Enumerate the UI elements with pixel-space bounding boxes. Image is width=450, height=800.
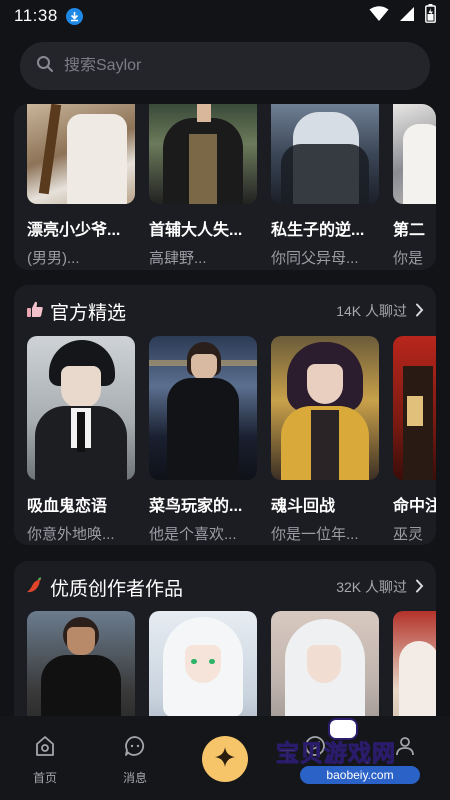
character-portrait bbox=[271, 336, 379, 480]
discover-icon bbox=[303, 734, 327, 763]
nav-profile[interactable]: 我的 bbox=[360, 716, 450, 800]
nav-create[interactable] bbox=[180, 716, 270, 800]
section-title: 优质创作者作品 bbox=[50, 578, 184, 600]
nav-label: 消息 bbox=[122, 771, 147, 785]
character-card[interactable]: 漂亮小少爷... (男男)... bbox=[27, 104, 135, 268]
message-icon bbox=[123, 734, 147, 763]
section-official-picks: 官方精选 14K 人聊过 吸血鬼恋语 你意外地唤... 菜鸟玩家的... 他是个… bbox=[14, 285, 436, 545]
character-portrait bbox=[27, 336, 135, 480]
character-portrait bbox=[271, 611, 379, 716]
nav-label: 我的 bbox=[392, 771, 417, 785]
character-card[interactable]: 魂斗回战 你是一位年... bbox=[271, 336, 379, 544]
search-bar[interactable] bbox=[20, 42, 430, 90]
character-portrait bbox=[27, 611, 135, 716]
character-row: 漂亮小少爷... (男男)... 首辅大人失... 高肆野... 私生子的逆..… bbox=[27, 104, 436, 268]
character-name: 第二 bbox=[393, 222, 426, 239]
create-button[interactable] bbox=[202, 736, 248, 782]
search-icon bbox=[36, 55, 54, 78]
character-card[interactable] bbox=[27, 611, 135, 716]
thumbs-up-icon bbox=[26, 300, 44, 323]
status-time: 11:38 bbox=[14, 6, 58, 25]
character-portrait bbox=[27, 104, 135, 204]
character-name: 魂斗回战 bbox=[271, 498, 336, 515]
character-row bbox=[27, 611, 436, 716]
character-portrait bbox=[271, 104, 379, 204]
character-desc: 你同父异母... bbox=[271, 250, 359, 267]
download-icon bbox=[65, 7, 83, 25]
chevron-right-icon bbox=[415, 303, 424, 320]
chat-count: 32K 人聊过 bbox=[336, 579, 407, 595]
nav-discover[interactable]: 发现 bbox=[270, 716, 360, 800]
nav-label: 发现 bbox=[302, 771, 327, 785]
section-header: 优质创作者作品 32K 人聊过 bbox=[26, 573, 424, 601]
character-card[interactable] bbox=[271, 611, 379, 716]
section-title: 官方精选 bbox=[50, 302, 127, 324]
character-card[interactable]: 命中注 巫灵 bbox=[393, 336, 436, 544]
bottom-nav: 首页 消息 发现 我的 bbox=[0, 716, 450, 800]
character-desc: 他是个喜欢... bbox=[149, 526, 237, 543]
character-card[interactable]: 吸血鬼恋语 你意外地唤... bbox=[27, 336, 135, 544]
section-creator-works: 优质创作者作品 32K 人聊过 bbox=[14, 561, 436, 716]
character-desc: 巫灵 bbox=[393, 526, 424, 543]
section-top-characters: 漂亮小少爷... (男男)... 首辅大人失... 高肆野... 私生子的逆..… bbox=[14, 104, 436, 270]
home-icon bbox=[33, 734, 57, 763]
status-bar: 11:38 bbox=[0, 0, 450, 32]
character-desc: 你是一位年... bbox=[271, 526, 359, 543]
section-header: 官方精选 14K 人聊过 bbox=[26, 297, 424, 325]
character-card[interactable]: 菜鸟玩家的... 他是个喜欢... bbox=[149, 336, 257, 544]
character-desc: 你意外地唤... bbox=[27, 526, 115, 543]
chili-pepper-icon bbox=[26, 576, 44, 599]
character-card[interactable] bbox=[393, 611, 436, 716]
character-portrait bbox=[149, 611, 257, 716]
section-more-link[interactable]: 32K 人聊过 bbox=[336, 577, 424, 597]
nav-home[interactable]: 首页 bbox=[0, 716, 90, 800]
character-name: 命中注 bbox=[393, 498, 436, 515]
search-input[interactable] bbox=[64, 57, 384, 75]
section-more-link[interactable]: 14K 人聊过 bbox=[336, 301, 424, 321]
character-desc: 你是 bbox=[393, 250, 424, 267]
signal-icon bbox=[399, 6, 415, 27]
character-name: 私生子的逆... bbox=[271, 222, 365, 239]
nav-messages[interactable]: 消息 bbox=[90, 716, 180, 800]
character-card[interactable]: 第二 你是 bbox=[393, 104, 436, 268]
character-desc: (男男)... bbox=[27, 250, 80, 267]
character-card[interactable] bbox=[149, 611, 257, 716]
battery-icon bbox=[425, 4, 436, 28]
character-row: 吸血鬼恋语 你意外地唤... 菜鸟玩家的... 他是个喜欢... 魂斗回战 你是… bbox=[27, 336, 436, 544]
character-name: 首辅大人失... bbox=[149, 222, 243, 239]
character-name: 菜鸟玩家的... bbox=[149, 498, 243, 515]
character-desc: 高肆野... bbox=[149, 250, 207, 267]
character-name: 吸血鬼恋语 bbox=[27, 498, 108, 515]
profile-icon bbox=[393, 734, 417, 763]
sparkle-icon bbox=[214, 746, 236, 773]
character-portrait bbox=[393, 611, 436, 716]
nav-label: 首页 bbox=[32, 771, 57, 785]
character-portrait bbox=[149, 104, 257, 204]
character-portrait bbox=[393, 104, 436, 204]
character-card[interactable]: 首辅大人失... 高肆野... bbox=[149, 104, 257, 268]
character-card[interactable]: 私生子的逆... 你同父异母... bbox=[271, 104, 379, 268]
character-portrait bbox=[149, 336, 257, 480]
character-portrait bbox=[393, 336, 436, 480]
character-name: 漂亮小少爷... bbox=[27, 222, 121, 239]
wifi-icon bbox=[369, 5, 389, 27]
chat-count: 14K 人聊过 bbox=[336, 303, 407, 319]
chevron-right-icon bbox=[415, 579, 424, 596]
